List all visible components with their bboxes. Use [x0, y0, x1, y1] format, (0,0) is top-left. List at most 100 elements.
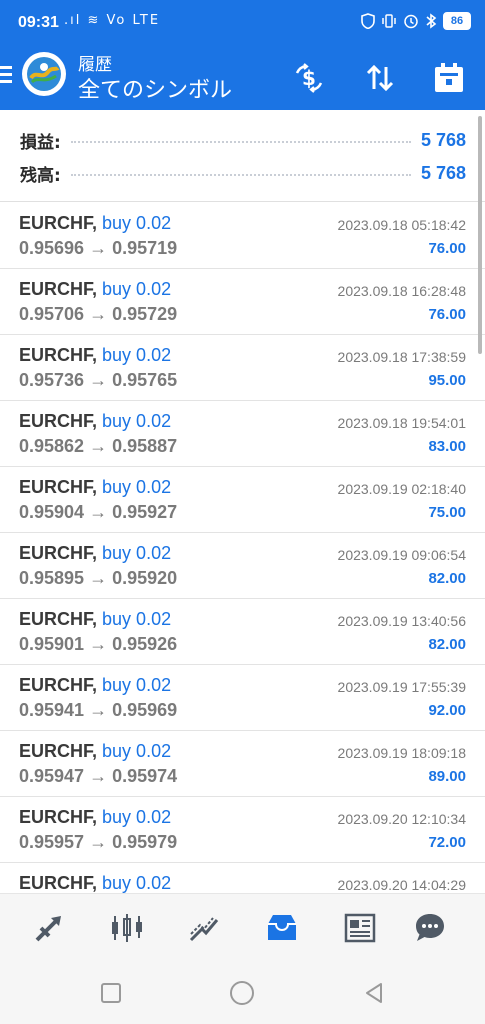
profit-label: 損益:: [20, 132, 61, 153]
bluetooth-icon: [426, 13, 437, 29]
trade-time: 2023.09.18 17:38:59: [337, 349, 466, 365]
status-time: 09:31: [18, 14, 59, 31]
trade-prices: 0.95941 → 0.95969: [19, 700, 178, 720]
trade-prices: 0.95947 → 0.95974: [19, 766, 178, 786]
trade-time: 2023.09.20 12:10:34: [337, 811, 466, 827]
trade-row[interactable]: EURCHF, buy 0.02 0.95895 → 0.95920 2023.…: [0, 533, 485, 599]
trade-side-volume: buy 0.02: [102, 873, 172, 893]
recents-icon[interactable]: [97, 979, 125, 1007]
battery-level: 86: [443, 12, 471, 30]
trade-prices: 0.95901 → 0.95926: [19, 634, 178, 654]
trade-side-volume: buy 0.02: [102, 477, 172, 497]
trade-symbol: EURCHF,: [19, 279, 98, 299]
trade-symbol: EURCHF,: [19, 873, 98, 893]
page-title: 全てのシンボル: [78, 78, 233, 103]
trade-history-list[interactable]: EURCHF, buy 0.02 0.95696 → 0.95719 2023.…: [0, 203, 485, 893]
trade-row[interactable]: EURCHF, buy 0.02 0.95696 → 0.95719 2023.…: [0, 203, 485, 269]
system-nav-bar: [0, 959, 485, 1024]
summary-panel: 損益: 5 768 残高: 5 768: [0, 110, 485, 202]
status-signal-icons: .ıl ≋ Vo LTE: [64, 13, 161, 28]
chat-icon[interactable]: [410, 908, 450, 948]
trade-row[interactable]: EURCHF, buy 0.02 2023.09.20 14:04:29: [0, 863, 485, 893]
trade-prices: 0.95696 → 0.95719: [19, 238, 178, 258]
scrollbar[interactable]: [478, 116, 482, 354]
trade-row[interactable]: EURCHF, buy 0.02 0.95904 → 0.95927 2023.…: [0, 467, 485, 533]
trade-symbol: EURCHF,: [19, 609, 98, 629]
trade-profit: 89.00: [428, 768, 466, 785]
trade-time: 2023.09.20 14:04:29: [337, 877, 466, 893]
trade-row[interactable]: EURCHF, buy 0.02 0.95901 → 0.95926 2023.…: [0, 599, 485, 665]
trade-symbol-line: EURCHF, buy 0.02: [19, 807, 171, 828]
trade-symbol-line: EURCHF, buy 0.02: [19, 675, 171, 696]
trade-symbol-line: EURCHF, buy 0.02: [19, 213, 171, 234]
trade-symbol: EURCHF,: [19, 213, 98, 233]
trade-side-volume: buy 0.02: [102, 279, 172, 299]
trade-side-volume: buy 0.02: [102, 741, 172, 761]
trade-profit: 76.00: [428, 306, 466, 323]
trade-row[interactable]: EURCHF, buy 0.02 0.95957 → 0.95979 2023.…: [0, 797, 485, 863]
trade-row[interactable]: EURCHF, buy 0.02 0.95736 → 0.95765 2023.…: [0, 335, 485, 401]
trade-symbol: EURCHF,: [19, 675, 98, 695]
bottom-nav: [0, 893, 485, 959]
quotes-icon[interactable]: [29, 908, 69, 948]
trade-prices: 0.95706 → 0.95729: [19, 304, 178, 324]
screen: 09:31 .ıl ≋ Vo LTE 86 履歴 全てのシンボル $ 損益: 5…: [0, 0, 485, 1024]
trade-prices: 0.95736 → 0.95765: [19, 370, 178, 390]
trade-time: 2023.09.19 18:09:18: [337, 745, 466, 761]
trade-symbol-line: EURCHF, buy 0.02: [19, 411, 171, 432]
trade-profit: 82.00: [428, 636, 466, 653]
news-icon[interactable]: [340, 908, 380, 948]
trade-time: 2023.09.18 05:18:42: [337, 217, 466, 233]
back-icon[interactable]: [360, 979, 388, 1007]
trade-prices: 0.95895 → 0.95920: [19, 568, 178, 588]
dot-leader: [70, 174, 411, 176]
trade-row[interactable]: EURCHF, buy 0.02 0.95706 → 0.95729 2023.…: [0, 269, 485, 335]
trade-time: 2023.09.18 19:54:01: [337, 415, 466, 431]
trade-time: 2023.09.18 16:28:48: [337, 283, 466, 299]
balance-label: 残高:: [20, 165, 61, 186]
trade-side-volume: buy 0.02: [102, 345, 172, 365]
trade-profit: 82.00: [428, 570, 466, 587]
trade-side-volume: buy 0.02: [102, 609, 172, 629]
trade-row[interactable]: EURCHF, buy 0.02 0.95941 → 0.95969 2023.…: [0, 665, 485, 731]
trade-symbol: EURCHF,: [19, 807, 98, 827]
menu-icon[interactable]: [0, 66, 14, 84]
trade-prices: 0.95904 → 0.95927: [19, 502, 178, 522]
status-bar: 09:31 .ıl ≋ Vo LTE 86: [0, 0, 485, 48]
trade-symbol-line: EURCHF, buy 0.02: [19, 873, 171, 893]
trade-symbol-line: EURCHF, buy 0.02: [19, 741, 171, 762]
trade-symbol: EURCHF,: [19, 741, 98, 761]
trade-time: 2023.09.19 09:06:54: [337, 547, 466, 563]
balance-row: 残高: 5 768: [20, 159, 466, 187]
trade-symbol: EURCHF,: [19, 345, 98, 365]
trade-icon[interactable]: [184, 908, 224, 948]
trade-profit: 92.00: [428, 702, 466, 719]
shield-icon: [361, 13, 375, 29]
trade-symbol: EURCHF,: [19, 543, 98, 563]
chart-icon[interactable]: [107, 908, 147, 948]
trade-profit: 72.00: [428, 834, 466, 851]
currency-exchange-icon[interactable]: $: [289, 58, 329, 98]
trade-side-volume: buy 0.02: [102, 411, 172, 431]
trade-symbol-line: EURCHF, buy 0.02: [19, 609, 171, 630]
app-header: 履歴 全てのシンボル $: [0, 48, 485, 110]
trade-row[interactable]: EURCHF, buy 0.02 0.95947 → 0.95974 2023.…: [0, 731, 485, 797]
status-right-icons: 86: [361, 12, 471, 30]
sort-icon[interactable]: [360, 58, 400, 98]
alarm-icon: [404, 14, 418, 29]
trade-prices: 0.95957 → 0.95979: [19, 832, 178, 852]
trade-row[interactable]: EURCHF, buy 0.02 0.95862 → 0.95887 2023.…: [0, 401, 485, 467]
app-logo: [22, 52, 66, 96]
trade-profit: 75.00: [428, 504, 466, 521]
trade-side-volume: buy 0.02: [102, 213, 172, 233]
calendar-icon[interactable]: [429, 58, 469, 98]
trade-symbol: EURCHF,: [19, 411, 98, 431]
trade-profit: 95.00: [428, 372, 466, 389]
history-icon[interactable]: [262, 908, 302, 948]
dot-leader: [70, 141, 411, 143]
home-icon[interactable]: [228, 979, 256, 1007]
trade-time: 2023.09.19 13:40:56: [337, 613, 466, 629]
trade-profit: 76.00: [428, 240, 466, 257]
trade-symbol-line: EURCHF, buy 0.02: [19, 345, 171, 366]
trade-time: 2023.09.19 17:55:39: [337, 679, 466, 695]
